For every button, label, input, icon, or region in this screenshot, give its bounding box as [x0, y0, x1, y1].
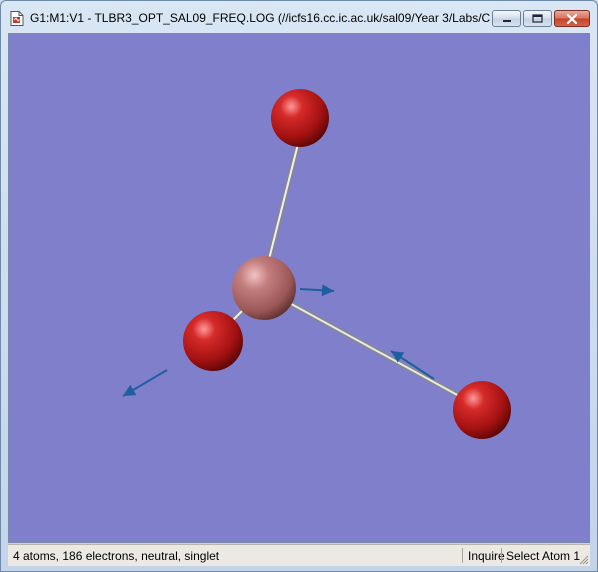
resize-grip-icon[interactable] — [579, 555, 589, 565]
molecule-canvas[interactable] — [9, 34, 589, 542]
selection-indicator: Select Atom 1 — [506, 549, 581, 563]
document-icon[interactable] — [10, 11, 24, 26]
maximize-button[interactable] — [523, 10, 552, 27]
minimize-icon — [502, 19, 511, 22]
displacement-vector-tl — [299, 284, 335, 297]
window-title: G1:M1:V1 - TLBR3_OPT_SAL09_FREQ.LOG (//i… — [30, 11, 490, 25]
status-separator — [501, 548, 502, 563]
atom-br-top[interactable] — [271, 89, 329, 147]
atom-tl-central[interactable] — [232, 256, 296, 320]
molecule-info-text: 4 atoms, 186 electrons, neutral, singlet — [13, 549, 220, 563]
bond-tl-br-right-highlight — [263, 288, 482, 409]
status-bar: 4 atoms, 186 electrons, neutral, singlet… — [8, 544, 590, 566]
minimize-button[interactable] — [492, 10, 521, 27]
close-icon — [566, 13, 578, 24]
atom-br-right[interactable] — [453, 381, 511, 439]
gaussview-window: G1:M1:V1 - TLBR3_OPT_SAL09_FREQ.LOG (//i… — [0, 0, 598, 572]
maximize-icon — [532, 14, 543, 23]
mode-indicator: Inquire — [468, 549, 505, 563]
title-bar[interactable]: G1:M1:V1 - TLBR3_OPT_SAL09_FREQ.LOG (//i… — [1, 1, 597, 33]
molecule-viewport[interactable] — [8, 33, 590, 543]
atom-br-front[interactable] — [183, 311, 243, 371]
close-button[interactable] — [554, 10, 590, 27]
status-separator — [462, 548, 463, 563]
displacement-vector-br-front — [122, 369, 168, 397]
